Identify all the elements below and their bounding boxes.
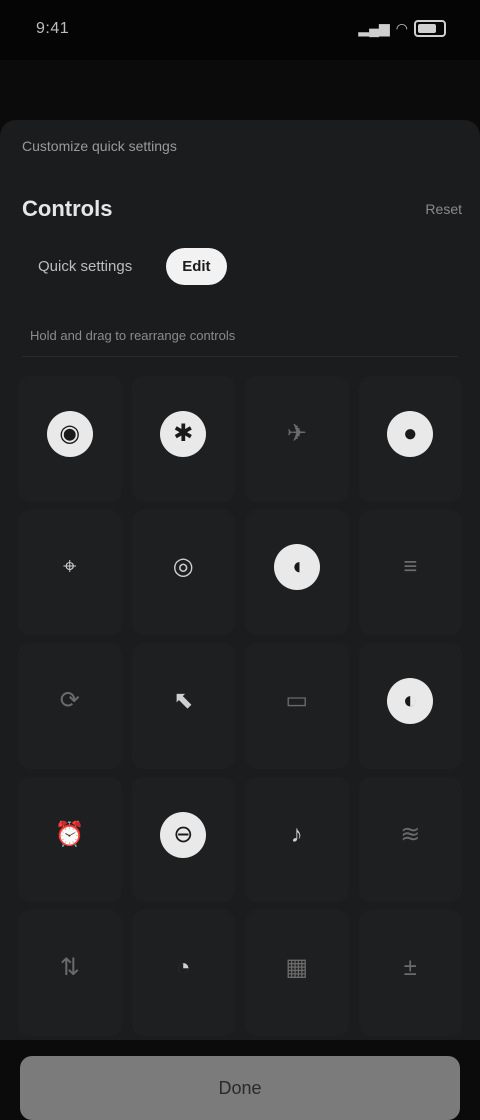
status-bar: 9:41 ▂▄▆ ◠ xyxy=(0,0,480,60)
bluetooth-icon: ✱ xyxy=(160,410,207,457)
wifi-icon: ◠ xyxy=(395,20,408,36)
control-tile[interactable]: ± xyxy=(358,910,462,1036)
battery-icon xyxy=(414,20,446,37)
control-tile[interactable]: ● xyxy=(358,376,462,502)
controls-sheet: Customize quick settings Controls Reset … xyxy=(0,120,480,1120)
breadcrumb: Customize quick settings xyxy=(22,138,177,154)
control-tile[interactable]: ⊖ xyxy=(131,776,235,903)
data-saver-icon: ⇅ xyxy=(59,954,80,982)
control-tile[interactable]: ⬉ xyxy=(131,643,235,769)
control-tile[interactable]: ✈ xyxy=(245,376,349,502)
control-tile[interactable]: ≋ xyxy=(358,776,462,903)
tab-edit[interactable]: Edit xyxy=(166,248,227,285)
control-tile[interactable]: ◔ xyxy=(131,910,235,1036)
cast-icon: ▭ xyxy=(285,686,309,714)
divider xyxy=(22,356,458,357)
control-tile[interactable]: ◐ xyxy=(358,643,462,769)
hotspot-icon: ◎ xyxy=(172,553,194,581)
qr-scan-icon: ▦ xyxy=(285,954,309,982)
control-tile[interactable]: ♪ xyxy=(245,776,349,903)
control-tile[interactable]: ≡ xyxy=(358,509,462,636)
control-tile[interactable]: ◖ xyxy=(245,509,349,636)
control-tile[interactable]: ⟳ xyxy=(18,643,122,769)
reset-button[interactable]: Reset xyxy=(425,201,462,217)
control-tile[interactable]: ◉ xyxy=(18,376,122,502)
title-row: Controls Reset xyxy=(22,194,462,224)
flashlight-icon: ● xyxy=(387,410,434,457)
alarm-icon: ⏰ xyxy=(54,820,85,848)
sound-icon: ♪ xyxy=(290,820,303,848)
battery-icon: ◖ xyxy=(273,544,320,591)
hint-text: Hold and drag to rearrange controls xyxy=(30,328,236,343)
rotate-icon: ⟳ xyxy=(59,686,80,714)
dnd-icon: ⊖ xyxy=(160,811,207,858)
control-tile[interactable]: ◎ xyxy=(131,509,235,636)
signal-icon: ▂▄▆ xyxy=(358,20,390,36)
location-icon: ⌖ xyxy=(62,553,77,581)
calculator-icon: ± xyxy=(403,954,417,982)
wifi-icon: ◉ xyxy=(46,410,93,457)
eye-comfort-icon: ◔ xyxy=(176,954,191,982)
airplane-icon: ✈ xyxy=(286,419,307,447)
control-tile[interactable]: ⌖ xyxy=(18,509,122,636)
status-icons: ▂▄▆ ◠ xyxy=(358,20,446,37)
nfc-icon: ≡ xyxy=(403,553,418,581)
page-title: Controls xyxy=(22,196,113,221)
controls-grid: ◉ ✱ ✈ ● ⌖ ◎ ◖ ≡ ⟳ ⬉ ▭ ◐ ⏰ ⊖ ♪ ≋ ⇅ ◔ ▦ ± xyxy=(18,376,462,1036)
screen-record-icon: ⬉ xyxy=(173,686,194,714)
vibrate-icon: ≋ xyxy=(400,820,421,848)
done-button-label: Done xyxy=(218,1077,262,1098)
control-tile[interactable]: ▭ xyxy=(245,643,349,769)
tabs: Quick settings Edit xyxy=(22,248,227,285)
control-tile[interactable]: ▦ xyxy=(245,910,349,1036)
tab-quick-settings[interactable]: Quick settings xyxy=(22,248,148,285)
done-button[interactable]: Done xyxy=(20,1056,460,1120)
control-tile[interactable]: ⇅ xyxy=(18,910,122,1036)
control-tile[interactable]: ⏰ xyxy=(18,776,122,903)
control-tile[interactable]: ✱ xyxy=(131,376,235,502)
status-time: 9:41 xyxy=(36,20,70,37)
dark-mode-icon: ◐ xyxy=(387,677,434,724)
